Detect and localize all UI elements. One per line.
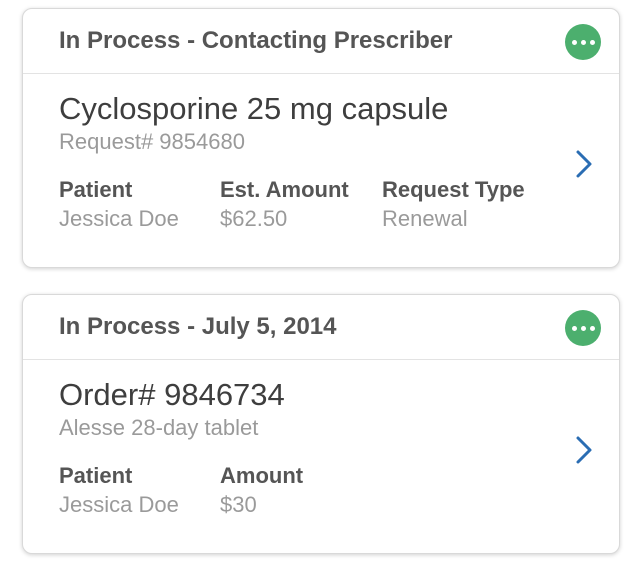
- more-options-button[interactable]: [565, 310, 601, 346]
- request-type-value: Renewal: [382, 206, 468, 231]
- more-dot: [589, 39, 595, 45]
- chevron-right-icon[interactable]: [573, 435, 595, 465]
- patient-value: Jessica Doe: [59, 492, 179, 517]
- medication-name: Alesse 28-day tablet: [59, 415, 259, 440]
- request-card[interactable]: In Process - Contacting Prescriber Cyclo…: [22, 8, 620, 268]
- amount-label: Est. Amount: [220, 177, 349, 202]
- amount-label: Amount: [220, 463, 304, 488]
- card-header: In Process - July 5, 2014: [23, 295, 619, 360]
- patient-value: Jessica Doe: [59, 206, 179, 231]
- amount-field: Est. Amount $62.50: [220, 177, 349, 232]
- more-dot: [580, 325, 586, 331]
- chevron-right-icon[interactable]: [573, 149, 595, 179]
- patient-field: Patient Jessica Doe: [59, 177, 179, 232]
- request-number: Request# 9854680: [59, 129, 245, 154]
- status-title: In Process - Contacting Prescriber: [59, 27, 453, 54]
- more-dot: [589, 325, 595, 331]
- amount-field: Amount $30: [220, 463, 303, 518]
- medication-title: Cyclosporine 25 mg capsule: [59, 91, 449, 126]
- patient-label: Patient: [59, 463, 133, 488]
- request-type-field: Request Type Renewal: [382, 177, 525, 232]
- patient-field: Patient Jessica Doe: [59, 463, 179, 518]
- more-dot: [580, 39, 586, 45]
- request-type-label: Request Type: [382, 177, 525, 202]
- patient-label: Patient: [59, 177, 133, 202]
- amount-value: $62.50: [220, 206, 288, 231]
- amount-value: $30: [220, 492, 257, 517]
- status-title: In Process - July 5, 2014: [59, 313, 337, 340]
- card-header: In Process - Contacting Prescriber: [23, 9, 619, 74]
- more-options-button[interactable]: [565, 24, 601, 60]
- more-dots-icon: [571, 39, 577, 45]
- order-card[interactable]: In Process - July 5, 2014 Order# 9846734…: [22, 294, 620, 554]
- more-dots-icon: [571, 325, 577, 331]
- order-number: Order# 9846734: [59, 377, 285, 412]
